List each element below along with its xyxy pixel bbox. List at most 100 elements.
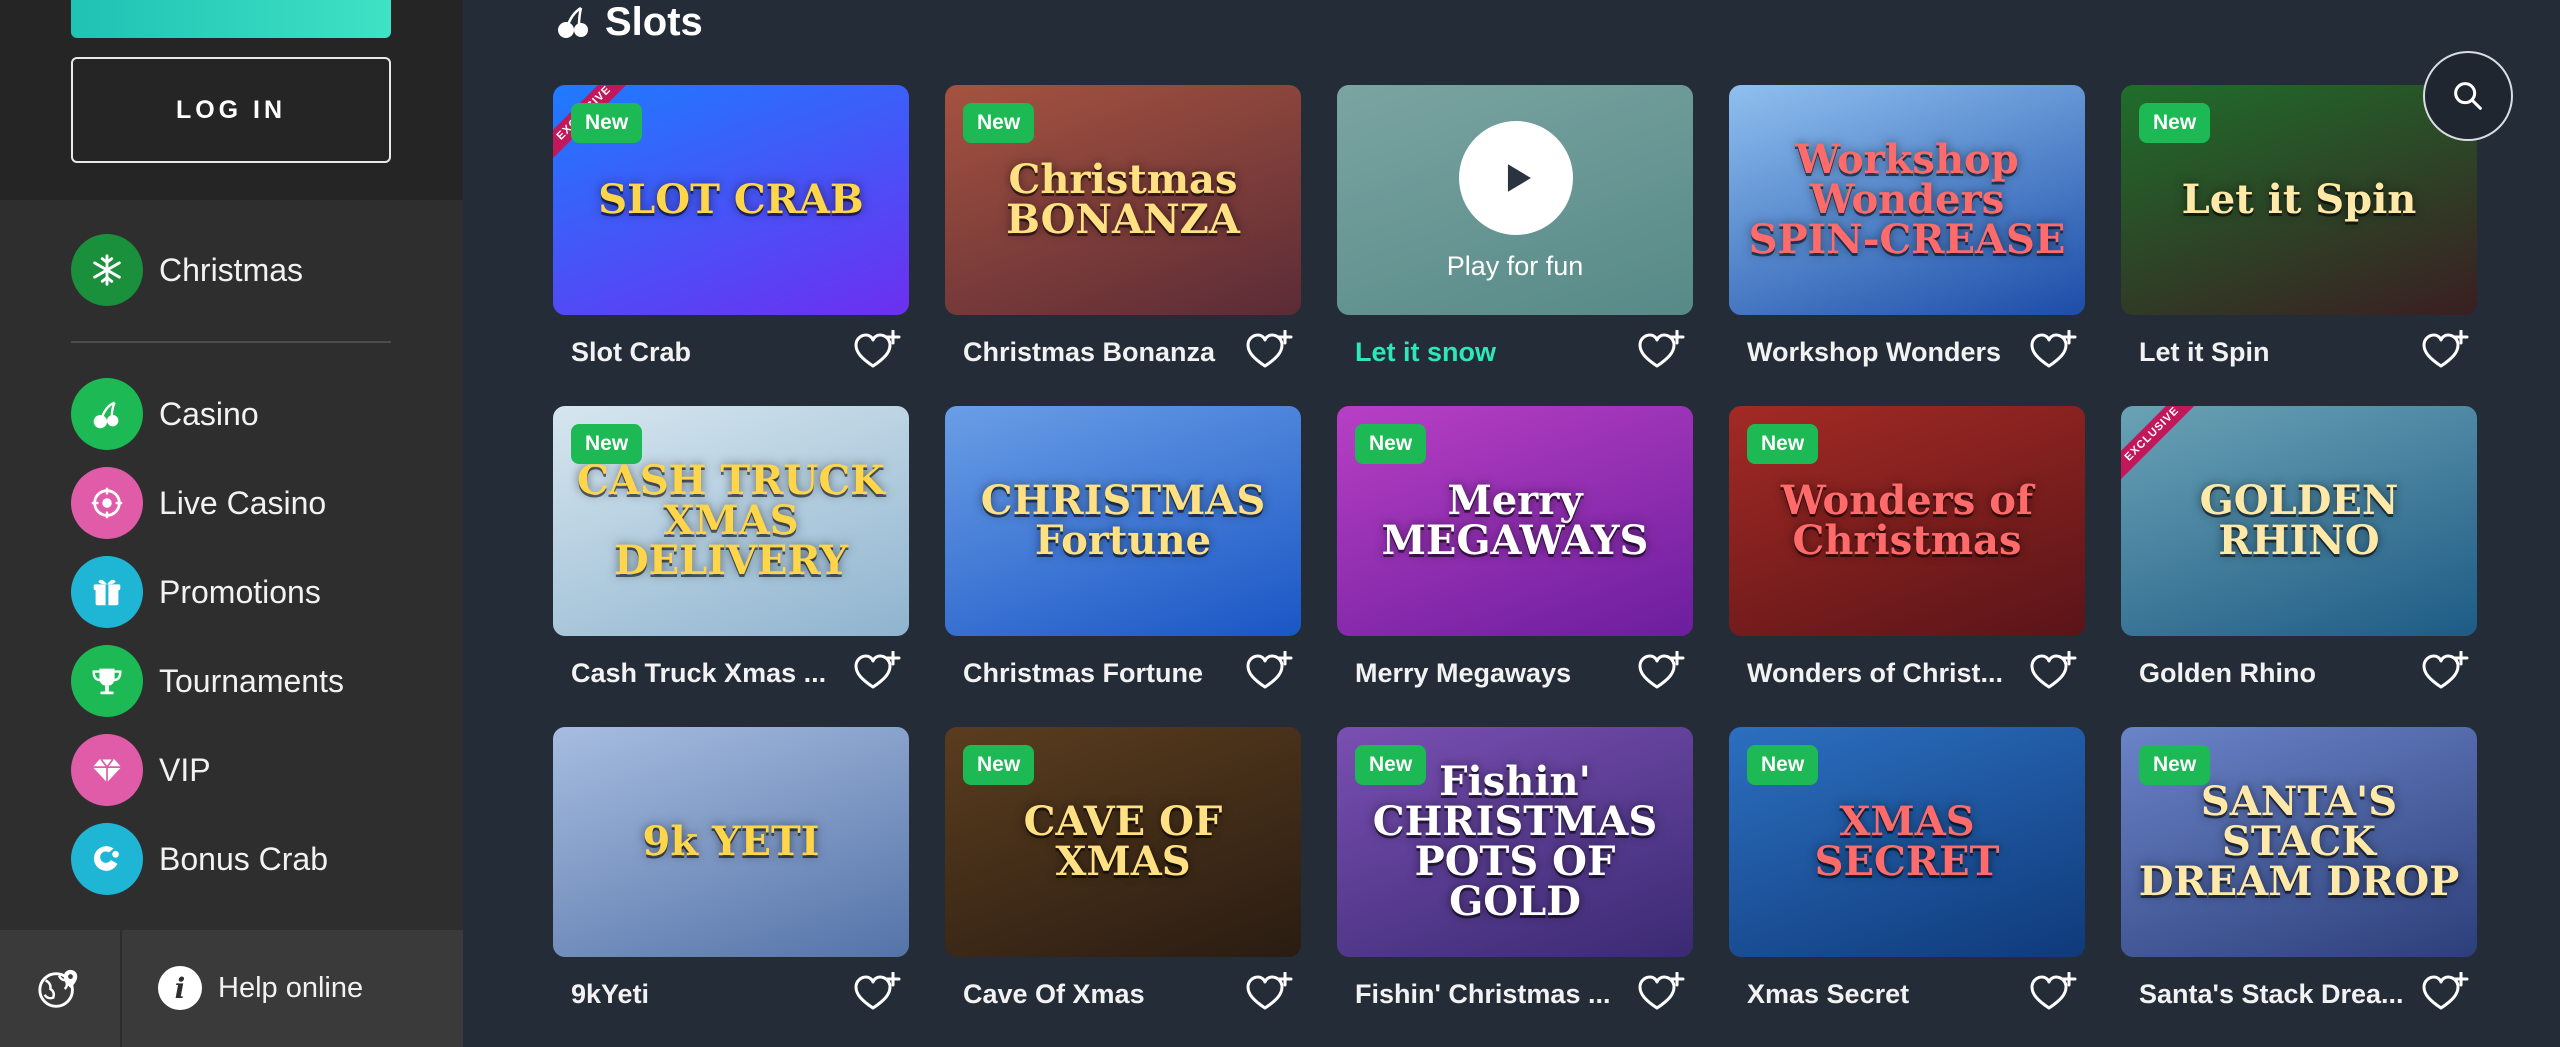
trophy-icon — [71, 645, 143, 717]
game-card: XMAS SECRET New Xmas Secret — [1729, 727, 2085, 1027]
sidebar-item-label: Promotions — [159, 573, 321, 610]
exclusive-ribbon: EXCLUSIVE — [2121, 406, 2206, 488]
login-button[interactable]: LOG IN — [71, 57, 391, 163]
play-icon — [1507, 164, 1531, 192]
favorite-button[interactable] — [2421, 329, 2469, 374]
sidebar-item-promotions[interactable]: Promotions — [71, 556, 321, 628]
heart-plus-icon — [854, 650, 901, 689]
search-button[interactable] — [2423, 51, 2513, 141]
signup-button[interactable] — [71, 0, 391, 38]
heart-plus-icon — [2030, 329, 2077, 368]
section-header: Slots — [553, 0, 703, 44]
game-card: Christmas BONANZA New Christmas Bonanza — [945, 85, 1301, 385]
new-badge: New — [2139, 103, 2211, 143]
game-thumbnail[interactable]: Merry MEGAWAYS New — [1337, 406, 1693, 636]
sidebar-item-label: VIP — [159, 751, 211, 788]
heart-plus-icon — [1638, 971, 1685, 1010]
game-title[interactable]: Golden Rhino — [2139, 658, 2409, 689]
game-title[interactable]: Merry Megaways — [1355, 658, 1625, 689]
new-badge: New — [571, 424, 643, 464]
game-thumbnail[interactable]: CAVE OF XMAS New — [945, 727, 1301, 957]
favorite-button[interactable] — [853, 329, 901, 374]
snowflake-icon — [71, 234, 143, 306]
game-thumbnail[interactable]: Christmas BONANZA New — [945, 85, 1301, 315]
sidebar-item-label: Live Casino — [159, 484, 327, 521]
sidebar-item-label: Tournaments — [159, 662, 344, 699]
footer-divider — [120, 930, 122, 1047]
game-title[interactable]: Cave Of Xmas — [963, 979, 1233, 1010]
game-title[interactable]: Cash Truck Xmas ... — [571, 658, 841, 689]
sidebar-item-live-casino[interactable]: Live Casino — [71, 467, 327, 539]
game-thumbnail[interactable]: GOLDEN RHINO EXCLUSIVE — [2121, 406, 2477, 636]
game-thumbnail[interactable]: 9k YETI — [553, 727, 909, 957]
game-card: Let it Spin New Let it Spin — [2121, 85, 2477, 385]
game-thumbnail[interactable]: Wonders of Christmas New — [1729, 406, 2085, 636]
heart-plus-icon — [1638, 329, 1685, 368]
game-title[interactable]: 9kYeti — [571, 979, 841, 1010]
heart-plus-icon — [2422, 971, 2469, 1010]
game-title[interactable]: Let it snow — [1355, 337, 1625, 368]
game-art-title: SANTA'S STACK DREAM DROP — [2138, 778, 2460, 905]
heart-plus-icon — [2422, 329, 2469, 368]
favorite-button[interactable] — [1637, 650, 1685, 695]
cherries-icon — [558, 6, 588, 38]
game-card: Workshop Wonders SPIN-CREASE Workshop Won… — [1729, 85, 2085, 385]
game-card: Fishin' CHRISTMAS POTS OF GOLD New Fishin'… — [1337, 727, 1693, 1027]
favorite-button[interactable] — [2029, 650, 2077, 695]
sidebar: LOG IN Christmas Casino Live Casino Prom… — [0, 0, 463, 1047]
game-thumbnail[interactable]: CASH TRUCK XMAS DELIVERY New — [553, 406, 909, 636]
favorite-button[interactable] — [2421, 971, 2469, 1016]
favorite-button[interactable] — [1245, 329, 1293, 374]
game-title[interactable]: Xmas Secret — [1747, 979, 2017, 1010]
game-title[interactable]: Workshop Wonders — [1747, 337, 2017, 368]
sidebar-item-christmas[interactable]: Christmas — [71, 234, 304, 306]
game-title[interactable]: Wonders of Christ... — [1747, 658, 2017, 689]
game-title[interactable]: Santa's Stack Drea... — [2139, 979, 2409, 1010]
game-title[interactable]: Fishin' Christmas ... — [1355, 979, 1625, 1010]
favorite-button[interactable] — [1637, 971, 1685, 1016]
sidebar-item-tournaments[interactable]: Tournaments — [71, 645, 344, 717]
heart-plus-icon — [1638, 650, 1685, 689]
play-button[interactable] — [1459, 121, 1573, 235]
favorite-button[interactable] — [1245, 650, 1293, 695]
game-thumbnail[interactable]: CHRISTMAS Fortune — [945, 406, 1301, 636]
game-card: CAVE OF XMAS New Cave Of Xmas — [945, 727, 1301, 1027]
favorite-button[interactable] — [1637, 329, 1685, 374]
game-thumbnail[interactable]: XMAS SECRET New — [1729, 727, 2085, 957]
sidebar-item-casino[interactable]: Casino — [71, 378, 259, 450]
game-card: GOLDEN RHINO EXCLUSIVE Golden Rhino — [2121, 406, 2477, 706]
heart-plus-icon — [1246, 650, 1293, 689]
game-thumbnail[interactable]: Fishin' CHRISTMAS POTS OF GOLD New — [1337, 727, 1693, 957]
game-title[interactable]: Let it Spin — [2139, 337, 2409, 368]
game-thumbnail[interactable]: Let it Spin New — [2121, 85, 2477, 315]
section-title: Slots — [605, 0, 703, 44]
help-online-button[interactable]: i Help online — [158, 965, 363, 1011]
heart-plus-icon — [854, 329, 901, 368]
game-title[interactable]: Christmas Fortune — [963, 658, 1233, 689]
sidebar-item-label: Christmas — [159, 251, 304, 288]
game-thumbnail[interactable]: Workshop Wonders SPIN-CREASE — [1729, 85, 2085, 315]
diamond-icon — [71, 734, 143, 806]
favorite-button[interactable] — [853, 971, 901, 1016]
play-for-fun-label[interactable]: Play for fun — [1337, 251, 1693, 282]
favorite-button[interactable] — [2029, 329, 2077, 374]
favorite-button[interactable] — [2421, 650, 2469, 695]
new-badge: New — [1355, 745, 1427, 785]
heart-plus-icon — [854, 971, 901, 1010]
sidebar-item-bonus-crab[interactable]: Bonus Crab — [71, 823, 328, 895]
roulette-icon — [71, 467, 143, 539]
game-art-title: CASH TRUCK XMAS DELIVERY — [577, 457, 885, 584]
game-thumbnail[interactable]: SLOT CRABEXCLUSIVENew — [553, 85, 909, 315]
favorite-button[interactable] — [853, 650, 901, 695]
favorite-button[interactable] — [1245, 971, 1293, 1016]
game-title[interactable]: Christmas Bonanza — [963, 337, 1233, 368]
sidebar-item-vip[interactable]: VIP — [71, 734, 211, 806]
game-thumbnail[interactable]: SANTA'S STACK DREAM DROP New — [2121, 727, 2477, 957]
cherries-icon — [71, 378, 143, 450]
new-badge: New — [1747, 745, 1819, 785]
game-thumbnail[interactable]: Play for fun — [1337, 85, 1693, 315]
language-button[interactable] — [35, 965, 83, 1013]
game-title[interactable]: Slot Crab — [571, 337, 841, 368]
new-badge: New — [2139, 745, 2211, 785]
favorite-button[interactable] — [2029, 971, 2077, 1016]
